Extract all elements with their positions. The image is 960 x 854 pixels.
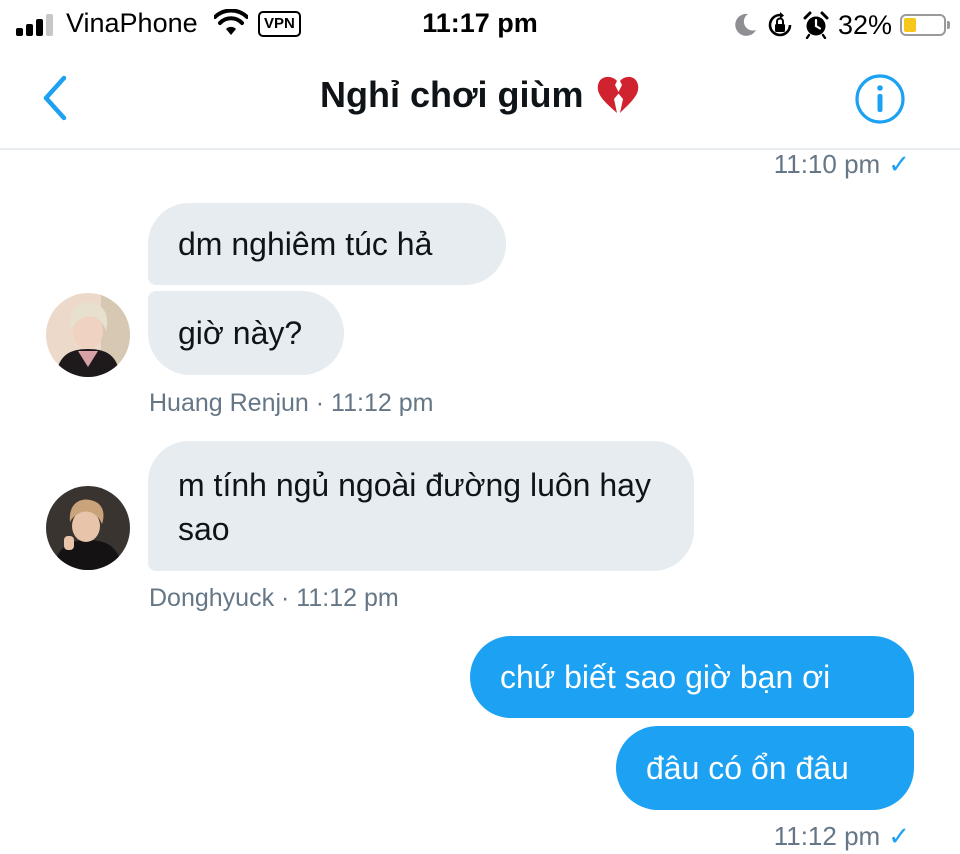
incoming-message-bubble[interactable]: m tính ngủ ngoài đường luôn hay sao (148, 441, 694, 571)
incoming-message-bubble[interactable]: giờ này? (148, 291, 344, 375)
message-timestamp-bottom: 11:12 pm ✓ (774, 821, 910, 852)
conversation-title: Nghỉ chơi giùm (319, 74, 584, 115)
status-right-group: 32% (732, 8, 950, 42)
message-text: đâu có ổn đâu (646, 750, 849, 786)
battery-percent: 32% (837, 9, 892, 40)
message-text: chứ biết sao giờ bạn ơi (500, 659, 831, 695)
sender-meta: Huang Renjun · 11:12 pm (149, 389, 434, 417)
outgoing-message-bubble[interactable]: chứ biết sao giờ bạn ơi (470, 636, 914, 718)
avatar[interactable] (46, 486, 130, 570)
incoming-message-bubble[interactable]: dm nghiêm túc hả (148, 203, 506, 285)
dm-conversation-screen: VinaPhone VPN 11:17 pm 32% Nghỉ chơi giù… (0, 0, 960, 854)
message-text: giờ này? (178, 315, 303, 351)
conversation-header: Nghỉ chơi giùm (0, 50, 960, 150)
avatar-photo (46, 293, 130, 377)
battery-icon (900, 14, 950, 36)
message-text: dm nghiêm túc hả (178, 226, 433, 262)
outgoing-message-bubble[interactable]: đâu có ổn đâu (616, 726, 914, 810)
battery-level-fill (904, 18, 916, 32)
message-timestamp-top: 11:10 pm ✓ (774, 149, 910, 180)
read-check-icon: ✓ (888, 149, 910, 179)
sender-meta: Donghyuck · 11:12 pm (149, 584, 399, 612)
moon-icon (735, 13, 756, 36)
avatar[interactable] (46, 293, 130, 377)
conversation-title-wrap: Nghỉ chơi giùm (0, 74, 960, 116)
timestamp-text: 11:12 pm (773, 821, 881, 851)
status-bar: VinaPhone VPN 11:17 pm 32% (0, 0, 960, 50)
orientation-lock-icon (768, 12, 792, 37)
alarm-icon (803, 11, 829, 39)
avatar-photo (46, 486, 130, 570)
message-text: m tính ngủ ngoài đường luôn hay sao (178, 467, 651, 547)
info-icon[interactable] (854, 73, 906, 125)
timestamp-text: 11:10 pm (773, 149, 881, 179)
read-check-icon: ✓ (888, 821, 910, 851)
broken-heart-icon (597, 76, 639, 113)
